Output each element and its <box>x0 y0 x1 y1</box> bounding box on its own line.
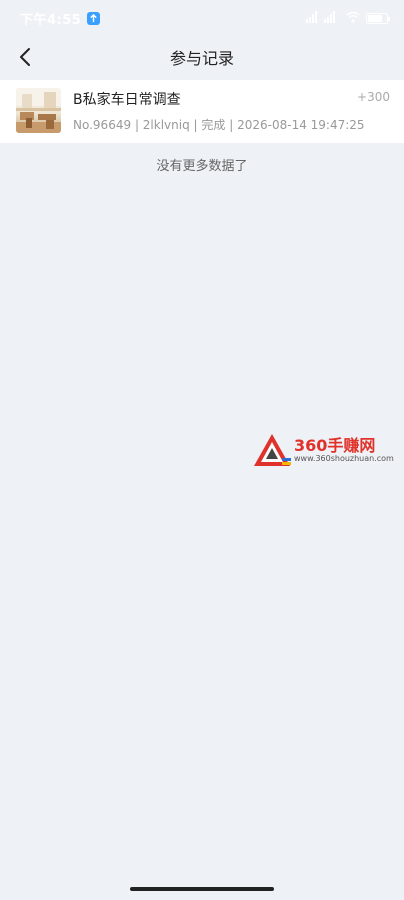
watermark-logo-icon <box>254 434 291 466</box>
status-bar: 下午4:55 <box>0 0 404 36</box>
wifi-icon <box>346 11 360 26</box>
watermark-name: 360手赚网 <box>294 436 376 455</box>
battery-icon <box>366 12 390 24</box>
task-thumbnail <box>16 88 61 133</box>
page-title: 参与记录 <box>169 49 234 68</box>
meta-separator: | <box>229 118 238 132</box>
upload-notification-icon <box>87 11 101 25</box>
meta-separator: | <box>134 118 143 132</box>
signal-icon <box>306 10 340 26</box>
record-user: 2lklvniq <box>142 118 190 132</box>
watermark: 360手赚网 www.360shouzhuan.com <box>252 432 402 468</box>
record-datetime: 2026-08-14 19:47:25 <box>237 118 365 132</box>
no-more-data-text: 没有更多数据了 <box>156 159 248 174</box>
record-no: No.96649 <box>73 118 132 132</box>
nav-bar: 参与记录 <box>0 36 404 78</box>
status-left: 下午4:55 <box>20 9 101 28</box>
chevron-left-icon <box>20 48 30 66</box>
record-meta: No.96649 | 2lklvniq | 完成 | 2026-08-14 19… <box>73 116 365 133</box>
record-status: 完成 <box>201 118 226 132</box>
record-title: B私家车日常调查 <box>73 92 181 108</box>
record-points: +300 <box>357 90 390 104</box>
status-time: 下午4:55 <box>20 12 82 28</box>
list-item[interactable]: B私家车日常调查 +300 No.96649 | 2lklvniq | 完成 |… <box>0 80 404 143</box>
home-indicator[interactable] <box>130 887 274 891</box>
back-button[interactable] <box>10 42 40 72</box>
battery-fill <box>368 14 383 22</box>
status-right <box>306 10 390 26</box>
watermark-url: www.360shouzhuan.com <box>294 454 394 463</box>
